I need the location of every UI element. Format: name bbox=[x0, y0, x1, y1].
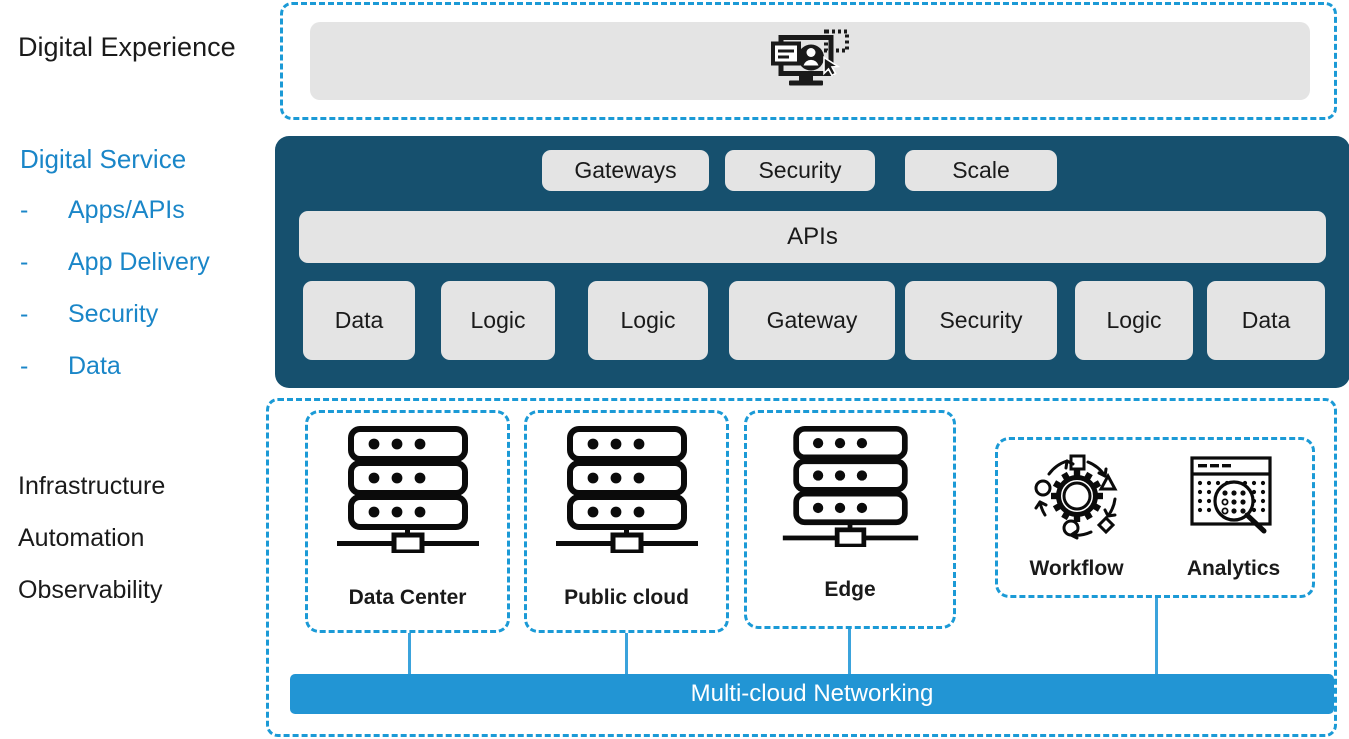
service-block-logic-2[interactable]: Logic bbox=[588, 281, 708, 360]
monitor-user-experience-icon bbox=[771, 29, 849, 93]
bullet-dash: - bbox=[20, 352, 29, 380]
list-item-label: Apps/APIs bbox=[68, 196, 185, 224]
infra-node-label: Public cloud bbox=[564, 586, 689, 609]
chip-scale[interactable]: Scale bbox=[905, 150, 1057, 191]
list-item: - Data bbox=[20, 352, 270, 404]
connector-public-cloud bbox=[625, 633, 628, 675]
connector-tools bbox=[1155, 598, 1158, 675]
digital-experience-card bbox=[310, 22, 1310, 100]
infra-tool-label: Workflow bbox=[1029, 557, 1124, 580]
infra-node-public-cloud[interactable]: Public cloud bbox=[524, 410, 729, 633]
list-item: - App Delivery bbox=[20, 248, 270, 300]
infrastructure-label-group: Infrastructure Automation Observability bbox=[18, 460, 165, 616]
label-automation: Automation bbox=[18, 524, 145, 552]
connector-edge bbox=[848, 629, 851, 675]
list-item-label: Security bbox=[68, 300, 159, 328]
digital-service-sublist: - Apps/APIs - App Delivery - Security - … bbox=[20, 196, 270, 404]
server-rack-icon bbox=[552, 425, 702, 558]
infra-node-label: Edge bbox=[824, 578, 876, 601]
analytics-magnifier-icon bbox=[1186, 452, 1282, 545]
list-item: - Apps/APIs bbox=[20, 196, 270, 248]
infra-node-data-center[interactable]: Data Center bbox=[305, 410, 510, 633]
service-block-logic-3[interactable]: Logic bbox=[1075, 281, 1193, 360]
infra-node-label: Data Center bbox=[348, 586, 467, 609]
digital-service-panel: Gateways Security Scale APIs Data Logic … bbox=[275, 136, 1349, 388]
service-block-data-right[interactable]: Data bbox=[1207, 281, 1325, 360]
label-digital-service: Digital Service bbox=[20, 144, 187, 174]
infra-node-edge[interactable]: Edge bbox=[744, 410, 956, 629]
bullet-dash: - bbox=[20, 300, 29, 328]
chip-gateways[interactable]: Gateways bbox=[542, 150, 709, 191]
diagram-canvas: Digital Experience Digital Service - App… bbox=[0, 0, 1349, 739]
bullet-dash: - bbox=[20, 196, 29, 224]
infra-tool-label: Analytics bbox=[1186, 557, 1281, 580]
server-rack-icon bbox=[333, 425, 483, 558]
gear-workflow-icon bbox=[1029, 452, 1125, 545]
list-item-label: Data bbox=[68, 352, 121, 380]
list-item-label: App Delivery bbox=[68, 248, 210, 276]
label-observability: Observability bbox=[18, 576, 163, 604]
multi-cloud-networking-bar[interactable]: Multi-cloud Networking bbox=[290, 674, 1334, 714]
service-block-data-left[interactable]: Data bbox=[303, 281, 415, 360]
label-digital-experience: Digital Experience bbox=[18, 32, 236, 62]
list-item: - Security bbox=[20, 300, 270, 352]
infra-tools-container: Workflow Analytics bbox=[995, 437, 1315, 598]
server-rack-icon bbox=[779, 425, 922, 552]
infra-tool-analytics[interactable]: Analytics bbox=[1186, 452, 1282, 581]
left-label-column: Digital Experience Digital Service - App… bbox=[0, 0, 278, 739]
label-infrastructure: Infrastructure bbox=[18, 472, 166, 500]
service-block-gateway[interactable]: Gateway bbox=[729, 281, 895, 360]
infra-tool-workflow[interactable]: Workflow bbox=[1029, 452, 1125, 581]
apis-bar[interactable]: APIs bbox=[299, 211, 1326, 263]
chip-security[interactable]: Security bbox=[725, 150, 875, 191]
connector-data-center bbox=[408, 633, 411, 675]
service-block-security[interactable]: Security bbox=[905, 281, 1057, 360]
bullet-dash: - bbox=[20, 248, 29, 276]
service-block-logic-1[interactable]: Logic bbox=[441, 281, 555, 360]
